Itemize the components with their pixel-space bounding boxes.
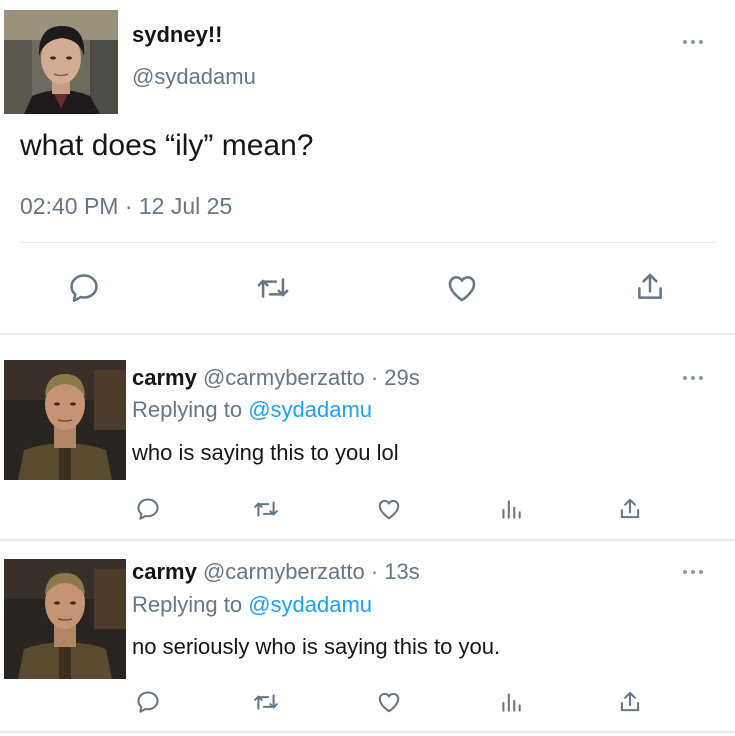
replying-label: Replying to (132, 397, 243, 422)
more-options-icon[interactable] (683, 374, 707, 382)
share-icon[interactable] (616, 494, 644, 524)
avatar[interactable] (4, 559, 126, 679)
handle[interactable]: @sydadamu (132, 64, 256, 90)
replying-to: Replying to @sydadamu (132, 591, 372, 619)
reply-time: · 29s (370, 365, 420, 390)
divider (0, 731, 735, 733)
display-name[interactable]: sydney!! (132, 22, 222, 48)
replying-handle-link[interactable]: @sydadamu (248, 592, 372, 617)
divider (0, 539, 735, 541)
reply-icon[interactable] (66, 270, 102, 306)
more-options-icon[interactable] (683, 38, 707, 46)
timestamp: 02:40 PM · 12 Jul 25 (20, 193, 233, 219)
divider (0, 333, 735, 335)
reply-text: no seriously who is saying this to you. (132, 634, 501, 659)
more-options-icon[interactable] (683, 568, 707, 576)
reply-icon[interactable] (134, 495, 162, 523)
tweet-text: what does “ily” mean? (20, 129, 314, 162)
handle[interactable]: @carmyberzatto (203, 365, 365, 390)
replying-handle-link[interactable]: @sydadamu (248, 397, 372, 422)
analytics-icon[interactable] (497, 688, 525, 716)
reply-text: who is saying this to you lol (132, 440, 399, 465)
display-name[interactable]: carmy (132, 365, 197, 390)
reply-time: · 13s (370, 559, 420, 584)
share-icon[interactable] (616, 687, 644, 717)
like-icon[interactable] (374, 495, 404, 523)
retweet-icon[interactable] (250, 495, 282, 523)
replying-label: Replying to (132, 592, 243, 617)
like-icon[interactable] (443, 270, 481, 306)
share-icon[interactable] (632, 268, 668, 306)
reply-header: carmy @carmyberzatto · 29s (132, 364, 420, 392)
analytics-icon[interactable] (497, 495, 525, 523)
timestamp-divider (20, 242, 716, 243)
display-name[interactable]: carmy (132, 559, 197, 584)
handle[interactable]: @carmyberzatto (203, 559, 365, 584)
avatar[interactable] (4, 10, 118, 114)
reply-header: carmy @carmyberzatto · 13s (132, 558, 420, 586)
avatar[interactable] (4, 360, 126, 480)
retweet-icon[interactable] (253, 270, 293, 306)
replying-to: Replying to @sydadamu (132, 396, 372, 424)
retweet-icon[interactable] (250, 688, 282, 716)
reply-icon[interactable] (134, 688, 162, 716)
like-icon[interactable] (374, 688, 404, 716)
